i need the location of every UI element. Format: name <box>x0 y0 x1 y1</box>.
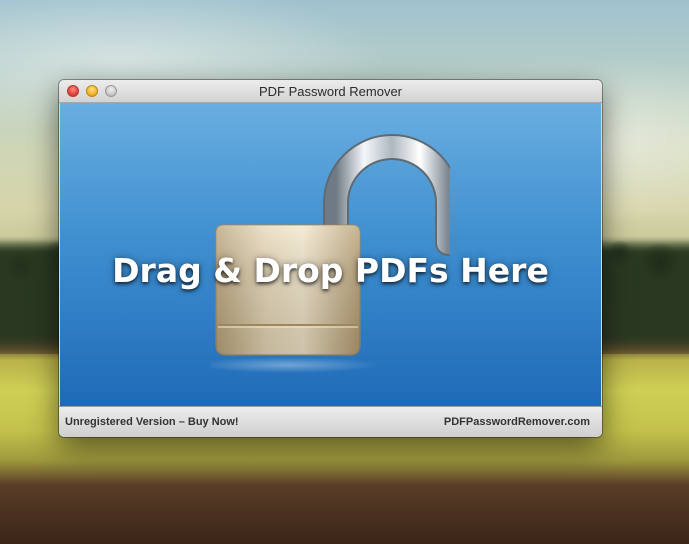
buy-now-link[interactable]: Unregistered Version – Buy Now! <box>65 416 239 428</box>
title-bar[interactable]: PDF Password Remover <box>59 80 602 103</box>
pdf-drop-zone[interactable]: Drag & Drop PDFs Here <box>60 103 601 407</box>
drop-zone-label: Drag & Drop PDFs Here <box>112 251 549 290</box>
window-title: PDF Password Remover <box>258 84 403 99</box>
app-window: PDF Password Remover Drag & Drop PDFs He… <box>59 80 602 437</box>
website-link[interactable]: PDFPasswordRemover.com <box>444 416 590 428</box>
status-bar: Unregistered Version – Buy Now! PDFPassw… <box>59 406 602 437</box>
